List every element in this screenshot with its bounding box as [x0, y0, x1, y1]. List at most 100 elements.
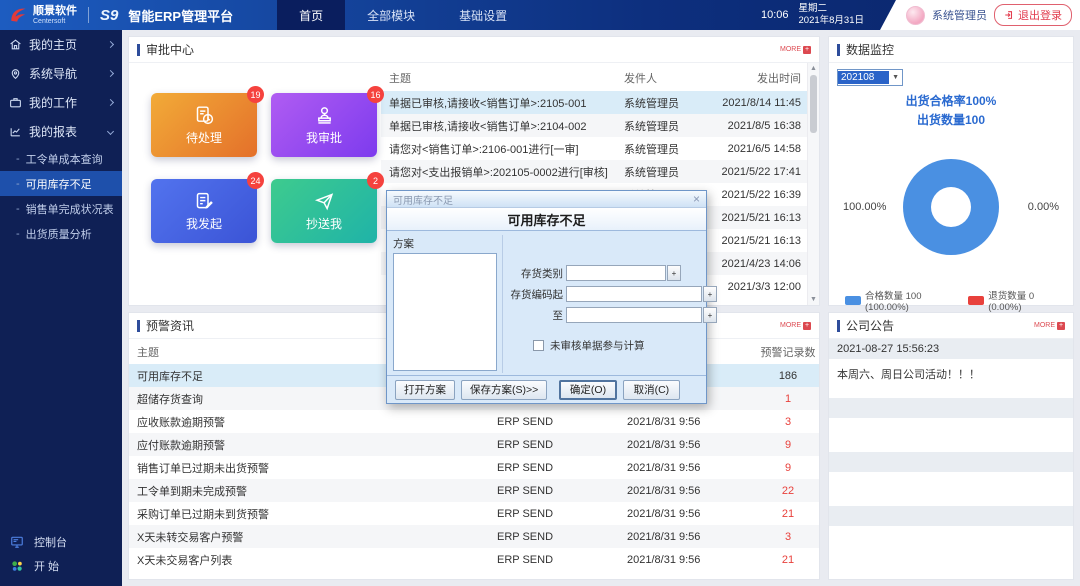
table-row[interactable]: 应付账款逾期预警 ERP SEND 2021/8/31 9:56 9 — [129, 433, 819, 456]
table-row[interactable]: 请您对<销售订单>:2106-001进行[一审] 系统管理员 2021/6/5 … — [381, 137, 807, 160]
tile-pending[interactable]: 19 待处理 — [151, 86, 264, 157]
form-row-code-from: 存货编码起 — [507, 286, 717, 302]
monitor-body: 202108 ▼ 出货合格率100% 出货数量100 100.00% 0.00% — [829, 63, 1073, 319]
badge-count: 2 — [367, 172, 384, 189]
row-time: 2021/3/3 12:00 — [727, 280, 801, 293]
tile-my-approvals[interactable]: 16 我审批 — [271, 86, 384, 157]
sidebar-item-navigation[interactable]: 系统导航 — [0, 59, 122, 88]
donut-ring — [903, 159, 999, 256]
row-sender: ERP SEND — [497, 553, 554, 566]
scrollbar-thumb[interactable] — [810, 75, 817, 133]
table-row[interactable]: 工令单到期未完成预警 ERP SEND 2021/8/31 9:56 22 — [129, 479, 819, 502]
table-row[interactable]: 销售订单已过期未出货预警 ERP SEND 2021/8/31 9:56 9 — [129, 456, 819, 479]
more-label: MORE — [780, 322, 801, 329]
date: 2021年8月31日 — [798, 15, 864, 26]
chevron-down-icon — [106, 127, 115, 136]
sidebar-subitem[interactable]: 出货质量分析 — [0, 221, 122, 246]
sidebar-item-label: 我的主页 — [29, 38, 78, 52]
more-button[interactable]: MORE — [1034, 321, 1065, 330]
row-time: 2021/8/31 9:56 — [627, 507, 701, 520]
sidebar-footer: 控制台 开 始 — [0, 526, 122, 586]
nav-tab[interactable]: 全部模块 — [345, 0, 437, 30]
vertical-scrollbar[interactable]: ▲ ▼ — [807, 63, 819, 305]
save-scheme-button[interactable]: 保存方案(S)>> — [461, 379, 548, 400]
row-count: 1 — [784, 392, 792, 405]
row-sender: ERP SEND — [497, 461, 554, 474]
dialog-titlebar[interactable]: 可用库存不足 × — [387, 191, 706, 208]
nav-tab[interactable]: 首页 — [277, 0, 346, 30]
panel-title: 预警资讯 — [146, 319, 195, 333]
table-row[interactable]: X天未交易客户列表 ERP SEND 2021/8/31 9:56 21 — [129, 548, 819, 571]
table-row[interactable]: 请您对<支出报销单>:202105-0002进行[审核] 系统管理员 2021/… — [381, 160, 807, 183]
table-row[interactable]: 单据已审核,请接收<销售订单>:2105-001 系统管理员 2021/8/14… — [381, 91, 807, 114]
sidebar-subitem[interactable]: 销售单完成状况表 — [0, 196, 122, 221]
start-button[interactable]: 开 始 — [0, 554, 122, 578]
code-from-input[interactable] — [566, 286, 702, 302]
product-badge: S9 — [100, 6, 119, 24]
table-row[interactable]: 单据已审核,请接收<销售订单>:2104-002 系统管理员 2021/8/5 … — [381, 114, 807, 137]
ok-button[interactable]: 确定(O) — [559, 379, 617, 400]
code-to-picker-button[interactable] — [703, 307, 717, 323]
tile-initiated-by-me[interactable]: 24 我发起 — [151, 172, 264, 243]
brand-text: 顺景软件 Centersoft — [33, 5, 77, 25]
table-row[interactable]: 采购订单已过期未到货预警 ERP SEND 2021/8/31 9:56 21 — [129, 502, 819, 525]
panel-header: 审批中心 MORE — [129, 37, 819, 63]
sidebar-subitem[interactable]: 可用库存不足 — [0, 171, 122, 196]
stamp-icon — [317, 106, 331, 124]
empty-row — [829, 506, 1073, 526]
nav-tab[interactable]: 基础设置 — [437, 0, 529, 30]
unaudited-checkbox[interactable] — [533, 340, 544, 351]
scheme-listbox[interactable] — [393, 253, 497, 371]
row-subject: 应收账款逾期预警 — [137, 416, 225, 429]
main-nav: 首页 全部模块 基础设置 — [277, 0, 529, 30]
row-count: 3 — [784, 530, 792, 543]
console-button[interactable]: 控制台 — [0, 530, 122, 554]
more-plus-icon — [803, 45, 811, 54]
divider — [88, 7, 89, 23]
cancel-button[interactable]: 取消(C) — [622, 379, 680, 400]
tile-cc-to-me[interactable]: 2 抄送我 — [271, 172, 384, 243]
dialog-footer: 打开方案 保存方案(S)>> 确定(O) 取消(C) — [387, 375, 706, 403]
row-time: 2021/8/31 9:56 — [627, 484, 701, 497]
sidebar-submenu: 工令单成本查询 可用库存不足 销售单完成状况表 出货质量分析 — [0, 146, 122, 246]
row-sender: ERP SEND — [497, 415, 554, 428]
category-input[interactable] — [566, 265, 666, 281]
more-button[interactable]: MORE — [780, 45, 811, 54]
chevron-right-icon — [106, 98, 115, 107]
legend-item: 合格数量 100 (100.00%) — [845, 288, 952, 313]
open-scheme-button[interactable]: 打开方案 — [395, 379, 455, 400]
row-time: 2021/4/23 14:06 — [721, 257, 801, 270]
form-row-code-to: 至 — [507, 307, 717, 323]
paper-plane-icon — [314, 192, 333, 210]
doc-clock-icon — [196, 105, 213, 124]
scroll-up-icon[interactable]: ▲ — [810, 65, 817, 72]
sidebar-subitem[interactable]: 工令单成本查询 — [0, 146, 122, 171]
period-select[interactable]: 202108 ▼ — [837, 69, 903, 86]
row-subject: 销售订单已过期未出货预警 — [137, 462, 269, 475]
user-avatar[interactable] — [906, 5, 925, 25]
sidebar-item-label: 我的工作 — [29, 96, 78, 110]
close-icon[interactable]: × — [693, 193, 700, 205]
sidebar-item-reports[interactable]: 我的报表 — [0, 117, 122, 146]
row-subject: 采购订单已过期未到货预警 — [137, 508, 269, 521]
row-time: 2021/8/31 9:56 — [627, 553, 701, 566]
table-row[interactable]: X天未转交易客户预警 ERP SEND 2021/8/31 9:56 3 — [129, 525, 819, 548]
code-to-input[interactable] — [566, 307, 702, 323]
table-row[interactable]: 应收账款逾期预警 ERP SEND 2021/8/31 9:56 3 — [129, 410, 819, 433]
more-button[interactable]: MORE — [780, 321, 811, 330]
dialog-form: 存货类别 存货编码起 至 未审核单据参与计算 — [503, 235, 717, 373]
sidebar-item-home[interactable]: 我的主页 — [0, 30, 122, 59]
panel-accent-bar — [137, 43, 140, 56]
sidebar-item-work[interactable]: 我的工作 — [0, 88, 122, 117]
announcement-time[interactable]: 2021-08-27 15:56:23 — [829, 339, 1073, 359]
category-label: 存货类别 — [521, 267, 563, 280]
user-name: 系统管理员 — [932, 10, 987, 22]
scroll-down-icon[interactable]: ▼ — [810, 296, 817, 303]
code-from-picker-button[interactable] — [703, 286, 717, 302]
category-picker-button[interactable] — [667, 265, 681, 281]
row-subject: 请您对<支出报销单>:202105-0002进行[审核] — [389, 166, 608, 179]
announcement-text[interactable]: 本周六、周日公司活动！！！ — [829, 359, 1073, 398]
logout-button[interactable]: 退出登录 — [994, 4, 1072, 26]
row-time: 2021/8/31 9:56 — [627, 438, 701, 451]
row-count: 9 — [784, 461, 792, 474]
